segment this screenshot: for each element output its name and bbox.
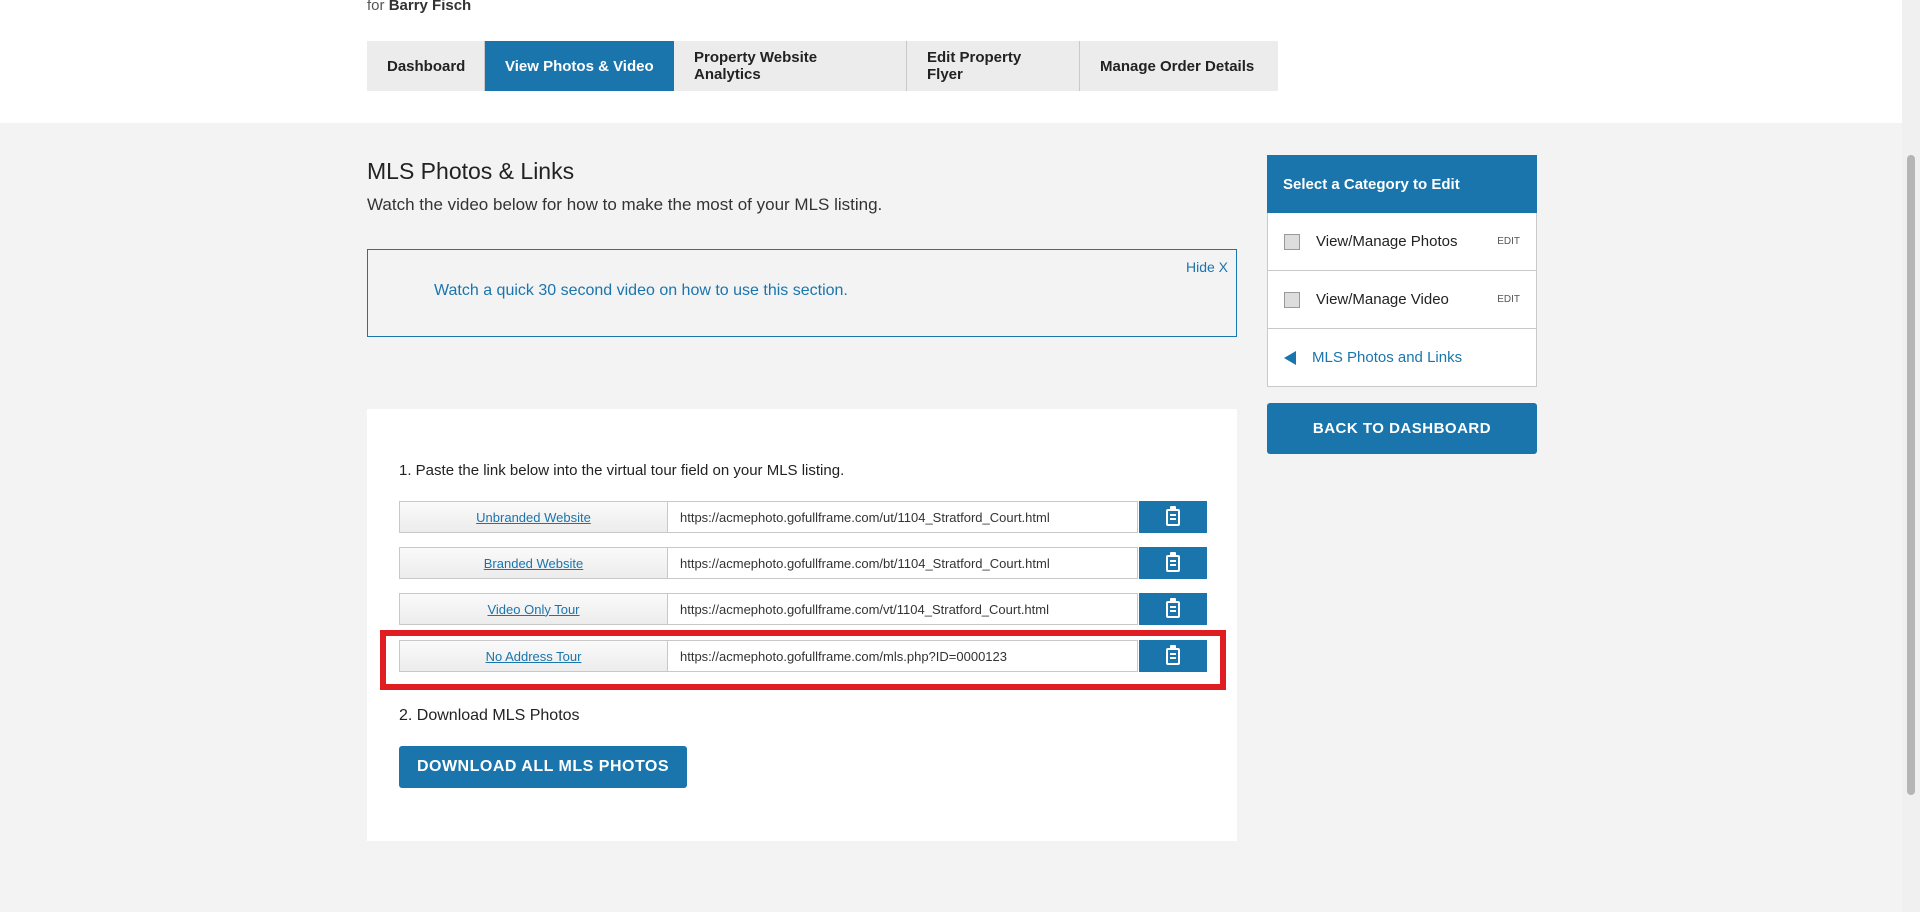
download-all-mls-photos-button[interactable]: DOWNLOAD ALL MLS PHOTOS (399, 746, 687, 788)
clipboard-icon (1166, 551, 1180, 572)
page-subtitle: Watch the video below for how to make th… (367, 195, 883, 214)
checkbox-icon[interactable] (1284, 233, 1300, 250)
unbranded-url-field[interactable]: https://acmephoto.gofullframe.com/ut/110… (668, 501, 1138, 533)
copy-button[interactable] (1139, 501, 1207, 533)
sidebar-heading: Select a Category to Edit (1267, 155, 1537, 213)
video-banner: Watch a quick 30 second video on how to … (367, 249, 1237, 337)
tab-edit-property-flyer[interactable]: Edit Property Flyer (907, 41, 1080, 91)
owner-line: for Barry Fisch (367, 0, 471, 14)
clipboard-icon (1166, 597, 1180, 618)
copy-button[interactable] (1139, 593, 1207, 625)
sidebar-item-label: View/Manage Photos (1316, 233, 1458, 250)
step-2-instruction: 2. Download MLS Photos (399, 707, 580, 724)
edit-link[interactable]: EDIT (1497, 236, 1520, 247)
link-row-video-only: Video Only Tour https://acmephoto.gofull… (399, 593, 1207, 625)
sidebar-item-mls-photos-links[interactable]: MLS Photos and Links (1267, 329, 1537, 387)
copy-button[interactable] (1139, 547, 1207, 579)
sidebar-item-label: View/Manage Video (1316, 291, 1449, 308)
video-link[interactable]: Watch a quick 30 second video on how to … (434, 282, 848, 300)
back-to-dashboard-button[interactable]: BACK TO DASHBOARD (1267, 403, 1537, 454)
clipboard-icon (1166, 505, 1180, 526)
tab-dashboard[interactable]: Dashboard (367, 41, 485, 91)
tab-bar: Dashboard View Photos & Video Property W… (367, 41, 1278, 91)
hide-banner-link[interactable]: Hide X (1186, 259, 1228, 275)
link-row-branded: Branded Website https://acmephoto.gofull… (399, 547, 1207, 579)
video-only-tour-link[interactable]: Video Only Tour (399, 593, 668, 625)
top-header: for Barry Fisch Dashboard View Photos & … (0, 0, 1902, 123)
branded-website-link[interactable]: Branded Website (399, 547, 668, 579)
branded-url-field[interactable]: https://acmephoto.gofullframe.com/bt/110… (668, 547, 1138, 579)
unbranded-website-link[interactable]: Unbranded Website (399, 501, 668, 533)
mls-links-panel: 1. Paste the link below into the virtual… (367, 409, 1237, 841)
video-only-url-field[interactable]: https://acmephoto.gofullframe.com/vt/110… (668, 593, 1138, 625)
edit-link[interactable]: EDIT (1497, 294, 1520, 305)
tab-property-website-analytics[interactable]: Property Website Analytics (674, 41, 907, 91)
arrow-left-icon (1284, 350, 1296, 365)
tab-manage-order-details[interactable]: Manage Order Details (1080, 41, 1278, 91)
category-sidebar: Select a Category to Edit View/Manage Ph… (1267, 155, 1537, 454)
sidebar-item-manage-video[interactable]: View/Manage Video EDIT (1267, 271, 1537, 329)
sidebar-item-label: MLS Photos and Links (1312, 349, 1463, 366)
scrollbar-thumb[interactable] (1907, 155, 1915, 795)
vertical-scrollbar[interactable] (1902, 0, 1920, 912)
tab-view-photos-video[interactable]: View Photos & Video (485, 41, 674, 91)
owner-prefix: for (367, 0, 385, 14)
step-1-instruction: 1. Paste the link below into the virtual… (399, 462, 845, 479)
sidebar-item-manage-photos[interactable]: View/Manage Photos EDIT (1267, 213, 1537, 271)
link-row-unbranded: Unbranded Website https://acmephoto.gofu… (399, 501, 1207, 533)
highlight-box (380, 630, 1226, 690)
owner-name: Barry Fisch (388, 0, 472, 14)
checkbox-icon[interactable] (1284, 291, 1300, 308)
page-title: MLS Photos & Links (367, 158, 575, 184)
